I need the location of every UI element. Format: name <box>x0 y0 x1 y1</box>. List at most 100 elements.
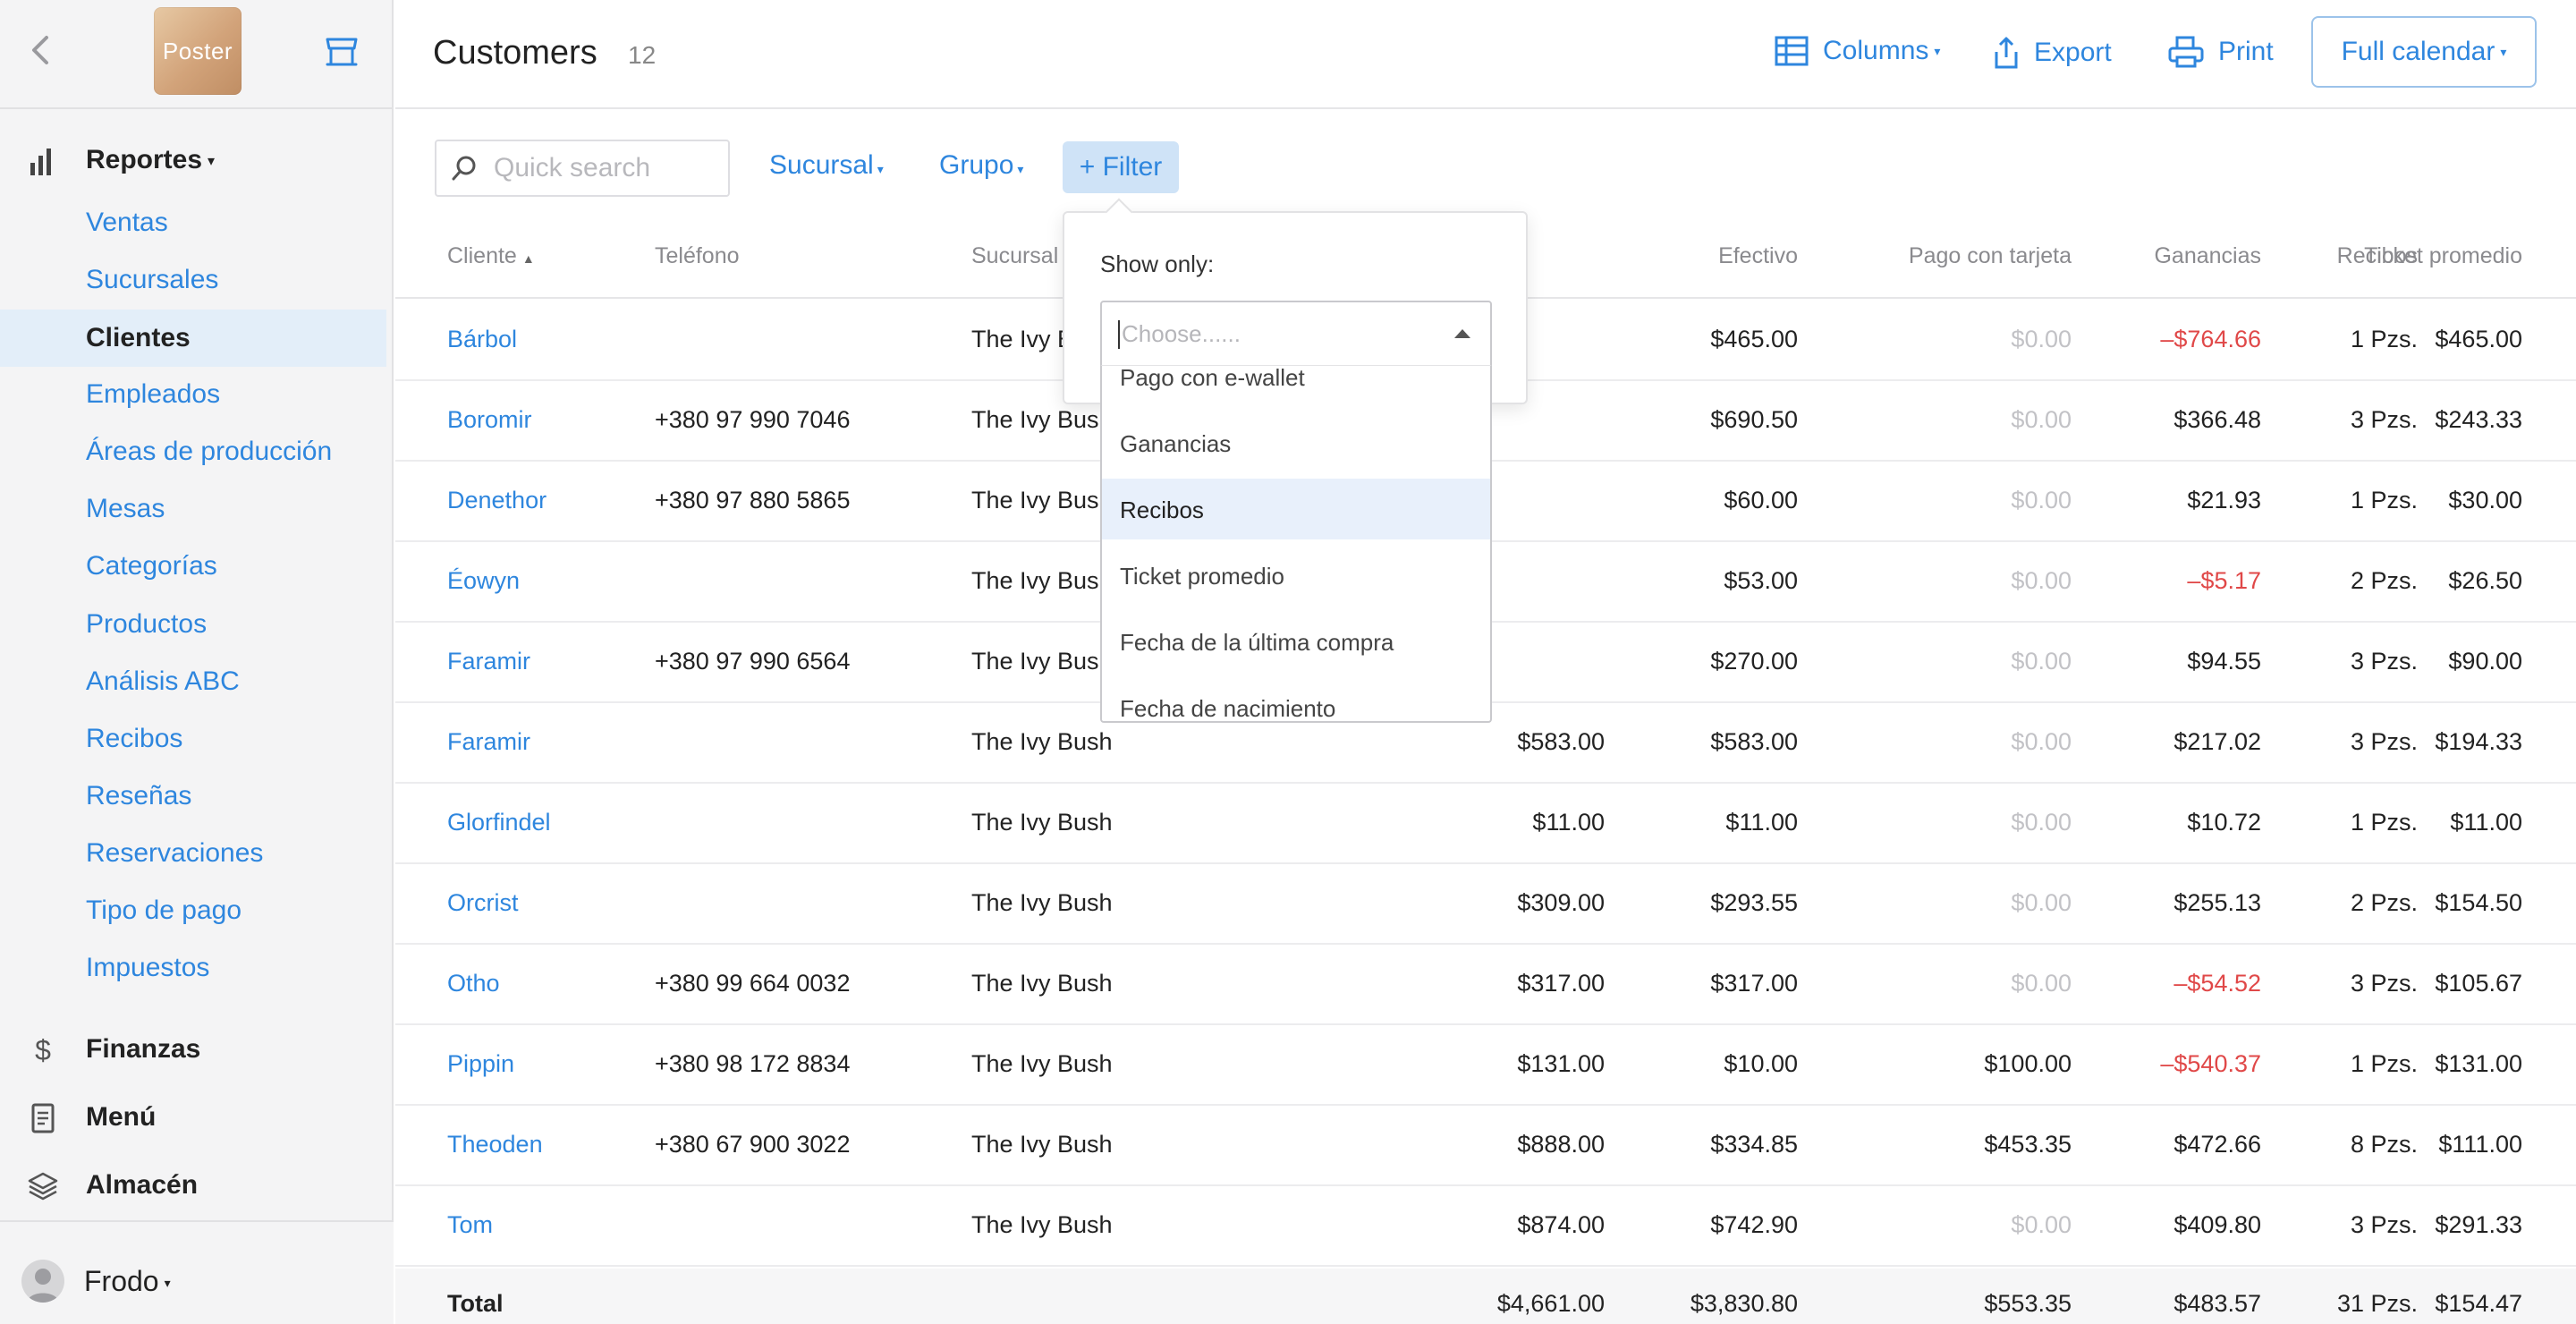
column-header-label: Cliente <box>447 243 517 268</box>
cell-telefono: +380 97 990 7046 <box>655 406 851 433</box>
dollar-icon: $ <box>35 1034 51 1066</box>
select-option[interactable]: Recibos <box>1102 479 1490 539</box>
cell-ticket: $90.00 <box>2448 648 2522 675</box>
cell-cliente[interactable]: Bárbol <box>447 326 517 353</box>
svg-text:$: $ <box>35 1034 51 1066</box>
cell-efectivo: $293.55 <box>1710 889 1798 916</box>
columns-button[interactable]: Columns ▾ <box>1775 36 1940 66</box>
show-only-label: Show only: <box>1100 250 1215 277</box>
column-header-telefono[interactable]: Teléfono <box>655 243 740 269</box>
layers-icon <box>28 1172 58 1201</box>
text-cursor <box>1118 320 1120 349</box>
cell-ticket: $243.33 <box>2435 406 2522 433</box>
sidebar-item-impuestos[interactable]: Impuestos <box>86 953 209 983</box>
user-menu[interactable]: Frodo ▾ <box>0 1220 394 1324</box>
cell-telefono: +380 67 900 3022 <box>655 1131 851 1158</box>
search-input[interactable] <box>494 153 708 183</box>
cell-ticket: $26.50 <box>2448 567 2522 594</box>
cell-cliente[interactable]: Orcrist <box>447 889 518 917</box>
sidebar-item-empleados[interactable]: Empleados <box>86 379 220 410</box>
table-row[interactable]: Tom The Ivy Bush $874.00 $742.90 $0.00 $409.8… <box>395 1186 2576 1267</box>
quick-search[interactable] <box>435 140 730 197</box>
sidebar-section-reportes[interactable]: Reportes ▾ <box>86 145 215 175</box>
column-header-cliente[interactable]: Cliente ▲ <box>447 243 535 269</box>
cell-ticket: $105.67 <box>2435 970 2522 997</box>
select-option[interactable]: Pago con e-wallet <box>1102 365 1490 407</box>
sidebar-item-recibos[interactable]: Recibos <box>86 724 182 754</box>
cell-ticket: $11.00 <box>2450 809 2522 836</box>
column-header-ticket[interactable]: Ticket promedio <box>2254 243 2522 269</box>
cell-cliente[interactable]: Otho <box>447 970 500 997</box>
choose-column-select[interactable]: Choose...... <box>1100 301 1492 367</box>
poster-logo[interactable]: Poster <box>154 7 242 95</box>
sidebar-section-menu[interactable]: Menú <box>86 1102 156 1133</box>
sidebar-item-ventas[interactable]: Ventas <box>86 208 168 238</box>
cell-cliente[interactable]: Éowyn <box>447 567 520 595</box>
totals-row: Total $4,661.00 $3,830.80 $553.35 $483.5… <box>395 1269 2576 1324</box>
sidebar-section-finanzas[interactable]: Finanzas <box>86 1034 200 1065</box>
select-option-label: Pago con e-wallet <box>1120 365 1305 391</box>
cell-cliente[interactable]: Theoden <box>447 1131 543 1158</box>
sidebar-item-categorias[interactable]: Categorías <box>86 551 217 581</box>
table-row[interactable]: Otho +380 99 664 0032 The Ivy Bush $317.00 $… <box>395 945 2576 1025</box>
select-option-label: Ganancias <box>1120 430 1232 457</box>
sidebar-item-clientes[interactable]: Clientes <box>86 323 191 353</box>
customer-count: 12 <box>628 41 657 69</box>
column-header-efectivo[interactable]: Efectivo <box>1530 243 1798 269</box>
sidebar-item-mesas[interactable]: Mesas <box>86 494 165 524</box>
export-button[interactable]: Export <box>1993 36 2112 70</box>
totals-ticket: $154.47 <box>2435 1290 2522 1317</box>
table-row[interactable]: Theoden +380 67 900 3022 The Ivy Bush $888.… <box>395 1106 2576 1186</box>
cell-sucursal: The Ivy Bush <box>971 1050 1113 1077</box>
select-option[interactable]: Fecha de la última compra <box>1102 611 1490 672</box>
cell-cliente[interactable]: Glorfindel <box>447 809 551 836</box>
cell-cliente[interactable]: Boromir <box>447 406 532 434</box>
cell-cliente[interactable]: Denethor <box>447 487 547 514</box>
table-row[interactable]: Pippin +380 98 172 8834 The Ivy Bush $131.0… <box>395 1025 2576 1106</box>
cell-cliente[interactable]: Tom <box>447 1211 493 1239</box>
sidebar-item-tipo-de-pago[interactable]: Tipo de pago <box>86 895 242 926</box>
cell-ticket: $154.50 <box>2435 889 2522 916</box>
sidebar-item-resenas[interactable]: Reseñas <box>86 781 191 811</box>
cell-telefono: +380 99 664 0032 <box>655 970 851 997</box>
bar-chart-icon <box>30 149 51 175</box>
cell-sucursal: The Ivy Bush <box>971 809 1113 836</box>
cell-cliente[interactable]: Faramir <box>447 728 530 756</box>
cell-efectivo: $742.90 <box>1710 1211 1798 1238</box>
section-label: Reportes <box>86 145 203 174</box>
full-calendar-button[interactable]: Full calendar ▾ <box>2311 16 2537 88</box>
sidebar-item-areas-produccion[interactable]: Áreas de producción <box>86 437 332 467</box>
table-row[interactable]: Glorfindel The Ivy Bush $11.00 $11.00 $0.00 $… <box>395 784 2576 864</box>
cell-sucursal: The Ivy Bush <box>971 567 1113 594</box>
sucursal-filter-dropdown[interactable]: Sucursal ▾ <box>769 150 884 181</box>
sidebar-item-analisis-abc[interactable]: Análisis ABC <box>86 666 240 697</box>
chevron-down-icon: ▾ <box>1934 43 1941 58</box>
chevron-down-icon: ▾ <box>208 154 216 170</box>
table-row[interactable]: Orcrist The Ivy Bush $309.00 $293.55 $0.00 $2… <box>395 864 2576 945</box>
user-name-label: Frodo <box>84 1265 159 1297</box>
print-button[interactable]: Print <box>2168 36 2274 68</box>
sidebar-item-sucursales[interactable]: Sucursales <box>86 265 218 295</box>
totals-label: Total <box>447 1290 504 1317</box>
select-option[interactable]: Ticket promedio <box>1102 545 1490 606</box>
select-option[interactable]: Ganancias <box>1102 412 1490 473</box>
sidebar-section-almacen[interactable]: Almacén <box>86 1170 198 1201</box>
cell-cliente[interactable]: Pippin <box>447 1050 514 1078</box>
sidebar-item-productos[interactable]: Productos <box>86 609 207 640</box>
cell-sucursal: The Ivy Bush <box>971 487 1113 513</box>
cell-cliente[interactable]: Faramir <box>447 648 530 675</box>
document-icon <box>31 1103 55 1133</box>
cell-ticket: $291.33 <box>2435 1211 2522 1238</box>
back-arrow-icon[interactable] <box>25 32 57 68</box>
select-option[interactable]: Fecha de nacimiento <box>1102 677 1490 721</box>
column-header-sucursal[interactable]: Sucursal <box>971 243 1058 269</box>
sidebar-item-reservaciones[interactable]: Reservaciones <box>86 838 263 869</box>
user-icon <box>27 1269 59 1303</box>
store-icon[interactable] <box>324 36 360 68</box>
cell-telefono: +380 97 990 6564 <box>655 648 851 675</box>
cell-telefono: +380 97 880 5865 <box>655 487 851 513</box>
grupo-filter-dropdown[interactable]: Grupo ▾ <box>939 150 1023 181</box>
add-filter-button[interactable]: + Filter <box>1063 141 1179 193</box>
totals-efectivo: $3,830.80 <box>1690 1290 1798 1317</box>
active-item-highlight <box>0 310 386 367</box>
